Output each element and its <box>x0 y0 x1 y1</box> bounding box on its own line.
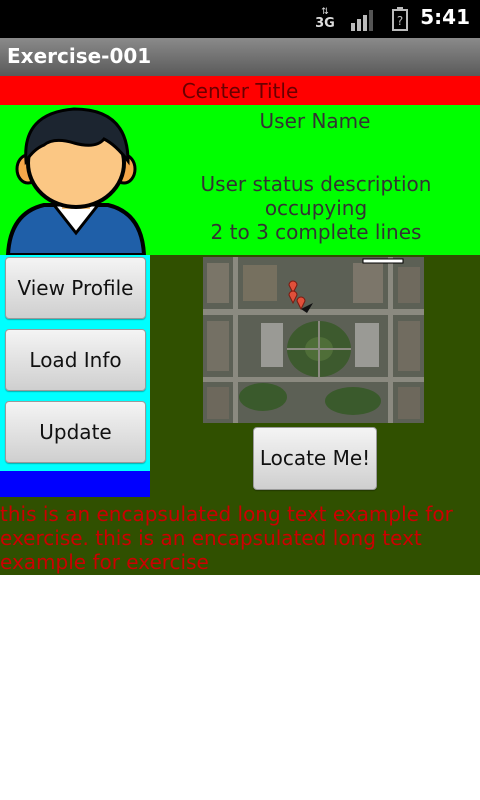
user-name: User Name <box>259 109 371 133</box>
app-title: Exercise-001 <box>7 44 152 68</box>
map-satellite-image[interactable] <box>203 257 424 423</box>
user-status-line-2: 2 to 3 complete lines <box>210 220 422 244</box>
long-text-example: this is an encapsulated long text exampl… <box>0 502 453 574</box>
signal-strength-icon <box>350 9 376 31</box>
user-status-description: User status description occupying 2 to 3… <box>152 172 480 244</box>
profile-section: User Name User status description occupy… <box>0 105 480 257</box>
battery-icon: ? <box>392 7 408 31</box>
user-status-line-1: User status description occupying <box>200 172 432 220</box>
network-type-label: 3G <box>315 16 335 31</box>
status-time: 5:41 <box>420 5 470 29</box>
center-title: Center Title <box>0 76 480 105</box>
load-info-button[interactable]: Load Info <box>5 329 146 391</box>
blue-bar <box>0 471 150 497</box>
app-title-bar: Exercise-001 <box>0 38 480 76</box>
3g-data-icon: ⇅ 3G <box>315 7 335 31</box>
view-profile-button[interactable]: View Profile <box>5 257 146 319</box>
update-button[interactable]: Update <box>5 401 146 463</box>
locate-me-button[interactable]: Locate Me! <box>253 427 377 490</box>
battery-status-glyph: ? <box>397 14 403 28</box>
user-avatar-icon <box>4 105 148 257</box>
status-bar: ⇅ 3G ? 5:41 <box>0 0 480 38</box>
